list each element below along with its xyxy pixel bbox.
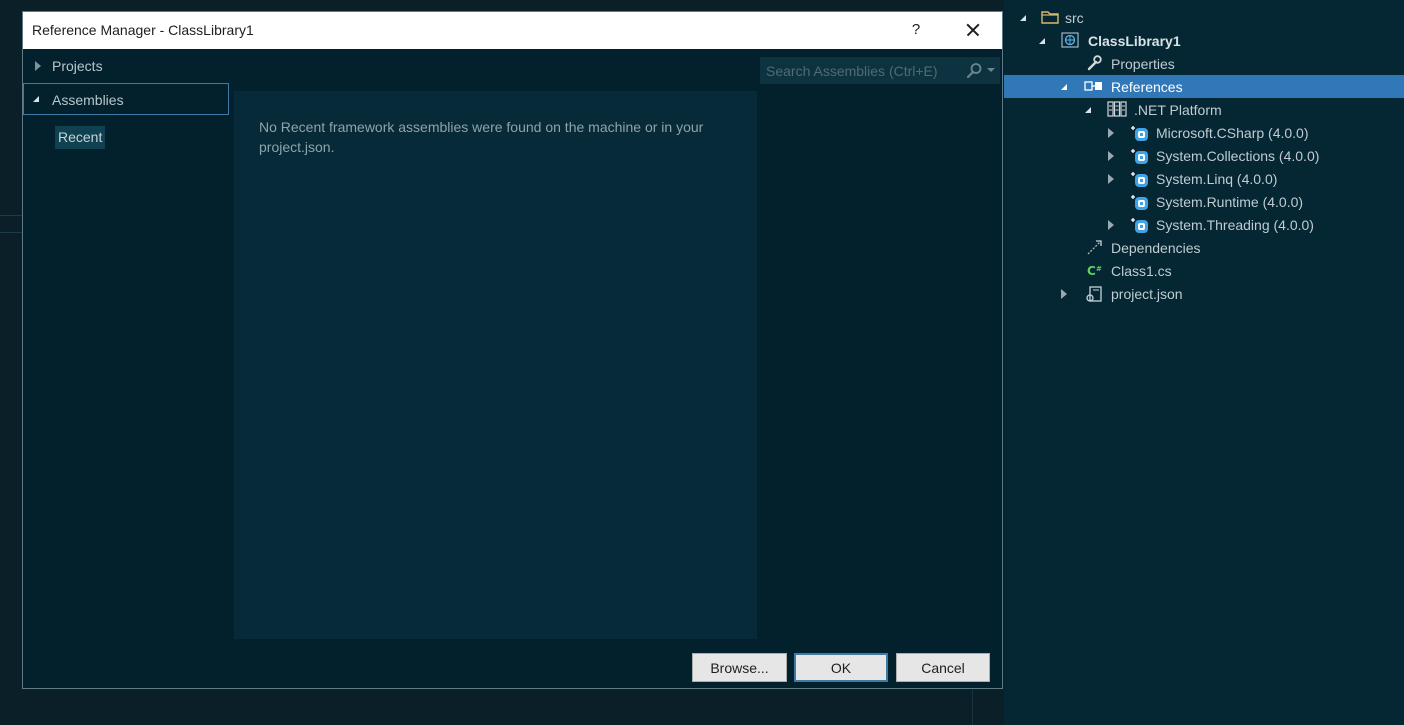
tree-item-assembly[interactable]: System.Linq (4.0.0) bbox=[1004, 167, 1404, 190]
expand-closed-icon[interactable] bbox=[1105, 173, 1117, 185]
csharp-file-icon: C # bbox=[1086, 262, 1102, 278]
expand-closed-icon[interactable] bbox=[32, 60, 44, 72]
tree-item-assembly[interactable]: Microsoft.CSharp (4.0.0) bbox=[1004, 121, 1404, 144]
library-icon bbox=[1107, 101, 1127, 117]
solution-explorer: src ClassLibrary1 Properties References … bbox=[1004, 0, 1404, 725]
expand-open-icon[interactable] bbox=[1036, 35, 1048, 47]
wrench-icon bbox=[1086, 55, 1102, 71]
search-icon[interactable] bbox=[966, 62, 983, 79]
tree-item-references[interactable]: References bbox=[1004, 75, 1404, 98]
expand-open-icon[interactable] bbox=[1058, 81, 1070, 93]
expand-closed-icon[interactable] bbox=[1105, 219, 1117, 231]
ok-button[interactable]: OK bbox=[794, 653, 888, 682]
empty-message: No Recent framework assemblies were foun… bbox=[259, 119, 704, 155]
tree-item-project-json[interactable]: project.json bbox=[1004, 282, 1404, 305]
background-divider bbox=[972, 690, 973, 725]
tree-item-class1[interactable]: C # Class1.cs bbox=[1004, 259, 1404, 282]
tree-item-label: ClassLibrary1 bbox=[1088, 32, 1181, 49]
assembly-icon bbox=[1131, 193, 1148, 210]
dependencies-icon bbox=[1086, 239, 1102, 255]
tree-item-label: .NET Platform bbox=[1134, 101, 1222, 118]
tree-item-assembly[interactable]: System.Threading (4.0.0) bbox=[1004, 213, 1404, 236]
json-file-icon bbox=[1085, 285, 1102, 302]
folder-icon bbox=[1041, 9, 1059, 25]
search-box[interactable] bbox=[760, 57, 1000, 84]
expand-closed-icon[interactable] bbox=[1058, 288, 1070, 300]
tree-item-src[interactable]: src bbox=[1004, 6, 1404, 29]
expand-closed-icon[interactable] bbox=[1105, 150, 1117, 162]
tree-item-label: System.Runtime (4.0.0) bbox=[1156, 193, 1304, 210]
tree-item-label: Microsoft.CSharp (4.0.0) bbox=[1156, 124, 1309, 141]
expand-open-icon[interactable] bbox=[1082, 104, 1094, 116]
tree-item-classlibrary1[interactable]: ClassLibrary1 bbox=[1004, 29, 1404, 52]
svg-text:C: C bbox=[1087, 264, 1096, 278]
assemblies-list-panel: No Recent framework assemblies were foun… bbox=[234, 91, 757, 639]
nav-assemblies[interactable]: Assemblies bbox=[23, 83, 229, 115]
tree-item-label: Dependencies bbox=[1111, 239, 1201, 256]
tree-item-label: src bbox=[1065, 9, 1084, 26]
search-input[interactable] bbox=[760, 57, 962, 84]
background-divider bbox=[0, 215, 22, 216]
nav-recent[interactable]: Recent bbox=[55, 126, 106, 149]
tree-item-label: System.Collections (4.0.0) bbox=[1156, 147, 1320, 164]
chevron-down-icon[interactable] bbox=[987, 68, 995, 72]
nav-projects-label: Projects bbox=[52, 58, 103, 74]
dialog-title: Reference Manager - ClassLibrary1 bbox=[32, 22, 254, 38]
assembly-icon bbox=[1131, 216, 1148, 233]
references-icon bbox=[1084, 78, 1102, 94]
assembly-icon bbox=[1131, 147, 1148, 164]
tree-item-assembly[interactable]: System.Collections (4.0.0) bbox=[1004, 144, 1404, 167]
browse-button[interactable]: Browse... bbox=[692, 653, 787, 682]
nav-assemblies-label: Assemblies bbox=[52, 92, 124, 108]
expand-closed-icon[interactable] bbox=[1105, 127, 1117, 139]
expand-open-icon[interactable] bbox=[30, 93, 42, 105]
help-button[interactable]: ? bbox=[906, 20, 926, 40]
tree-item-label: Class1.cs bbox=[1111, 262, 1172, 279]
assembly-icon bbox=[1131, 124, 1148, 141]
background-divider bbox=[0, 232, 22, 233]
tree-item-assembly[interactable]: System.Runtime (4.0.0) bbox=[1004, 190, 1404, 213]
tree-item-label: project.json bbox=[1111, 285, 1183, 302]
nav-projects[interactable]: Projects bbox=[23, 50, 229, 82]
assembly-icon bbox=[1131, 170, 1148, 187]
reference-manager-dialog: Reference Manager - ClassLibrary1 ? Proj… bbox=[22, 11, 1003, 689]
tree-item-label: System.Threading (4.0.0) bbox=[1156, 216, 1314, 233]
dialog-titlebar[interactable]: Reference Manager - ClassLibrary1 ? bbox=[23, 12, 1002, 49]
web-project-icon bbox=[1061, 32, 1079, 48]
svg-text:#: # bbox=[1096, 265, 1102, 273]
tree-item-label: System.Linq (4.0.0) bbox=[1156, 170, 1278, 187]
expand-open-icon[interactable] bbox=[1017, 12, 1029, 24]
close-icon[interactable] bbox=[961, 18, 985, 42]
tree-item-properties[interactable]: Properties bbox=[1004, 52, 1404, 75]
clipped-row bbox=[1054, 0, 1154, 3]
tree-item-dependencies[interactable]: Dependencies bbox=[1004, 236, 1404, 259]
tree-item-label: References bbox=[1111, 78, 1183, 95]
tree-item-label: Properties bbox=[1111, 55, 1175, 72]
cancel-button[interactable]: Cancel bbox=[896, 653, 990, 682]
tree-item-net-platform[interactable]: .NET Platform bbox=[1004, 98, 1404, 121]
